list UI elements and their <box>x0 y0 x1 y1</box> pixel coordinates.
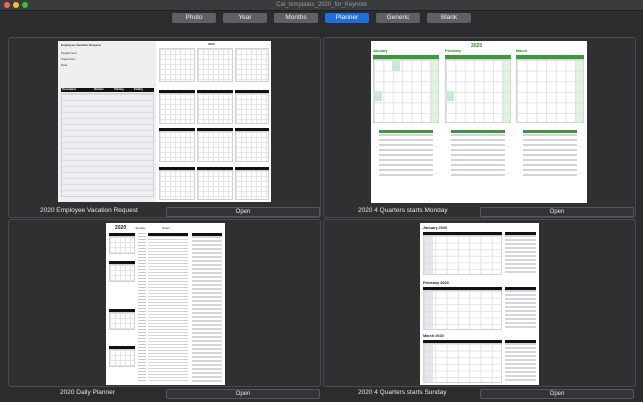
template-thumbnail[interactable]: Employee Vacation Request Department Sup… <box>58 41 271 202</box>
template-thumbnail[interactable]: 2020 January Notes <box>106 223 225 385</box>
window-title: Cal_templates_2020_for_Keynote <box>276 2 367 8</box>
thumb-year: 2020 <box>115 225 127 231</box>
thumb-year: 2020 <box>471 43 483 49</box>
thumb-year: 2020 <box>208 42 215 46</box>
tab-blank[interactable]: Blank <box>427 13 471 23</box>
template-caption: 2020 Daily Planner <box>60 389 115 396</box>
template-thumbnail[interactable]: 2020 January February March <box>371 41 587 203</box>
tab-months[interactable]: Months <box>274 13 318 23</box>
tab-photo[interactable]: Photo <box>172 13 216 23</box>
open-button[interactable]: Open <box>166 389 320 399</box>
template-card-vacation-request[interactable]: Employee Vacation Request Department Sup… <box>8 37 321 218</box>
tab-planner[interactable]: Planner <box>325 13 369 23</box>
template-thumbnail[interactable]: January 2020 February 2020 March 2020 <box>420 223 539 385</box>
title-bar: Cal_templates_2020_for_Keynote <box>0 0 643 11</box>
category-tabs: Photo Year Months Planner Generic Blank <box>0 13 643 23</box>
template-caption: 2020 Employee Vacation Request <box>40 207 138 214</box>
template-card-daily-planner[interactable]: 2020 January Notes <box>8 219 321 387</box>
tab-generic[interactable]: Generic <box>376 13 420 23</box>
open-button[interactable]: Open <box>480 207 634 217</box>
tab-year[interactable]: Year <box>223 13 267 23</box>
template-caption: 2020 4 Quarters starts Monday <box>358 207 448 214</box>
open-button[interactable]: Open <box>480 389 634 399</box>
thumb-heading: Employee Vacation Request <box>61 43 102 47</box>
template-card-quarters-monday[interactable]: 2020 January February March <box>323 37 636 218</box>
template-caption: 2020 4 Quarters starts Sunday <box>358 389 447 396</box>
open-button[interactable]: Open <box>166 207 320 217</box>
template-card-quarters-sunday[interactable]: January 2020 February 2020 March 2020 <box>323 219 636 387</box>
